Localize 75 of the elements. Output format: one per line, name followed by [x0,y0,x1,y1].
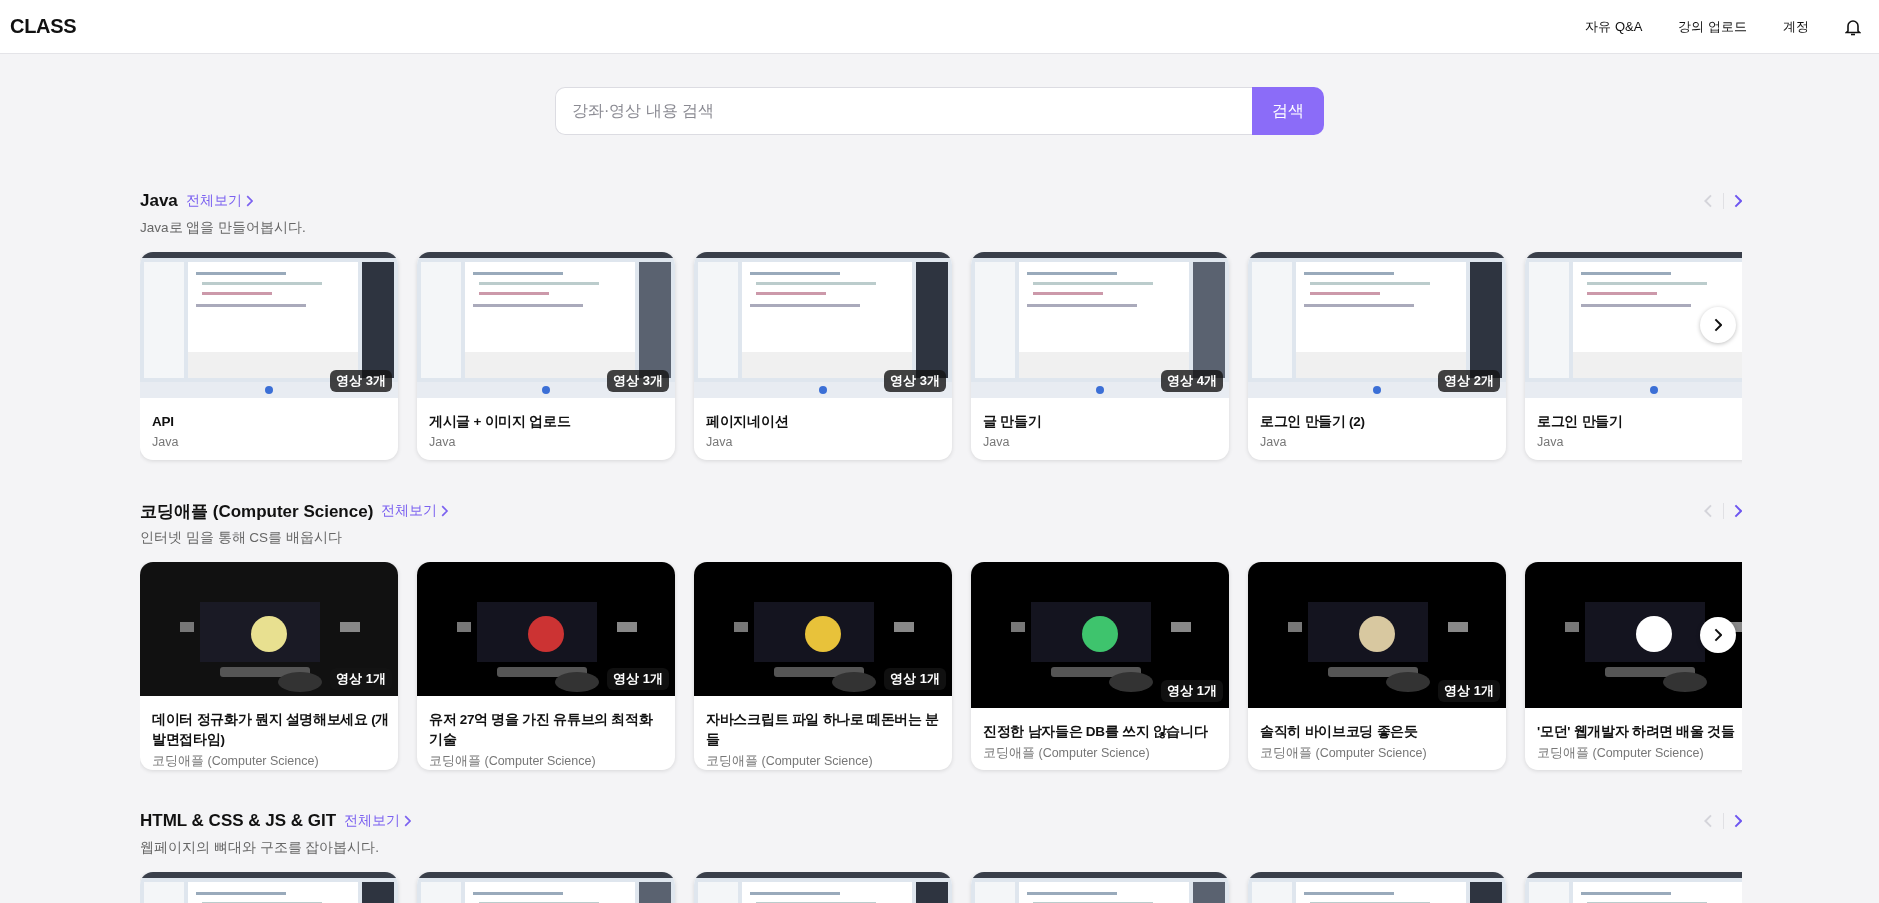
video-count-badge: 영상 1개 [884,668,946,690]
section-description: 인터넷 밈을 통해 CS를 배웁시다 [140,529,343,547]
course-card[interactable]: 영상 3개 게시글 + 이미지 업로드 Java [417,252,675,460]
course-category: 코딩애플 (Computer Science) [1537,745,1705,762]
next-button[interactable] [1733,814,1742,828]
section-title: Java [140,191,178,211]
chevron-right-icon [245,195,253,207]
course-card[interactable]: 영상 1개 유저 27억 명을 가진 유튜브의 최적화 기술 코딩애플 (Computer Science) [417,562,675,770]
video-count-badge: 영상 3개 [884,370,946,392]
course-card[interactable]: 영상 1개 솔직히 바이브코딩 좋은듯 코딩애플 (Computer Science) [1248,562,1506,770]
chevron-left-icon [1704,194,1713,208]
chevron-right-icon [404,815,412,827]
view-all-link[interactable]: 전체보기 [185,192,253,210]
course-title: 유저 27억 명을 가진 유튜브의 최적화 기술 [429,711,654,749]
course-card[interactable]: 영상 1개 데이터 정규화가 뭔지 설명해보세요 (개발면접타임) 코딩애플 (Computer Science) [140,562,398,770]
course-category: Java [152,435,180,449]
video-count-badge: 영상 4개 [1161,370,1223,392]
bell-icon[interactable] [1845,17,1861,36]
course-category: 코딩애플 (Computer Science) [152,753,320,770]
course-title: 로그인 만들기 [1537,413,1624,431]
course-category: Java [1260,435,1288,449]
course-title: 자바스크립트 파일 하나로 떼돈버는 분들 [706,711,940,749]
course-card[interactable]: 영상 1개 진정한 남자들은 DB를 쓰지 않습니다 코딩애플 (Computer Science) [971,562,1229,770]
course-card[interactable]: 영상 2개 로그인 만들기 (2) Java [1248,252,1506,460]
course-title: API [152,413,175,431]
course-title: 페이지네이션 [706,413,790,431]
next-button[interactable] [1733,194,1742,208]
section-title: HTML & CSS & JS & GIT [140,811,337,831]
chevron-right-icon [1733,504,1742,518]
chevron-left-icon [1704,814,1713,828]
video-count-badge: 영상 1개 [1438,680,1500,702]
chevron-right-icon [1733,814,1742,828]
view-all-link[interactable]: 전체보기 [381,502,449,520]
chevron-right-icon [1713,628,1723,642]
course-category: 코딩애플 (Computer Science) [1260,745,1428,762]
course-title: 데이터 정규화가 뭔지 설명해보세요 (개발면접타임) [152,711,391,749]
course-category: Java [983,435,1011,449]
nav-link[interactable]: 계정 [1783,17,1809,36]
logo[interactable]: CLASS [10,15,77,38]
course-category: 코딩애플 (Computer Science) [983,745,1151,762]
course-card[interactable]: 영상 3개 페이지네이션 Java [694,252,952,460]
course-category: 코딩애플 (Computer Science) [429,753,597,770]
video-count-badge: 영상 2개 [1438,370,1500,392]
view-all-link[interactable]: 전체보기 [344,812,412,830]
course-category: Java [1537,435,1565,449]
course-title: 글 만들기 [983,413,1043,431]
course-title: 로그인 만들기 (2) [1260,413,1366,431]
video-count-badge: 영상 3개 [607,370,669,392]
course-card[interactable]: '모던' 웹개발자 하려면 배울 것들 코딩애플 (Computer Science) [1525,562,1742,770]
course-title: 게시글 + 이미지 업로드 [429,413,572,431]
section-description: Java로 앱을 만들어봅시다. [140,219,307,237]
chevron-right-icon [1733,194,1742,208]
chevron-left-icon [1704,504,1713,518]
course-category: Java [706,435,734,449]
video-count-badge: 영상 3개 [330,370,392,392]
course-card[interactable]: 로그인 만들기 Java [1525,252,1742,460]
course-title: 진정한 남자들은 DB를 쓰지 않습니다 [983,723,1209,741]
search-field[interactable]: 강좌·영상 내용 검색 [555,87,1252,135]
course-card[interactable]: 영상 4개 글 만들기 Java [971,252,1229,460]
chevron-right-icon [441,505,449,517]
section-description: 웹페이지의 뼈대와 구조를 잡아봅시다. [140,839,380,857]
nav-link[interactable]: 자유 Q&A [1585,17,1643,36]
section-title: 코딩애플 (Computer Science) [140,500,374,523]
course-card[interactable]: 영상 1개 자바스크립트 파일 하나로 떼돈버는 분들 코딩애플 (Computer Science) [694,562,952,770]
video-count-badge: 영상 1개 [607,668,669,690]
course-title: '모던' 웹개발자 하려면 배울 것들 [1537,723,1736,741]
course-card[interactable]: 영상 3개 API Java [140,252,398,460]
next-button[interactable] [1733,504,1742,518]
course-category: 코딩애플 (Computer Science) [706,753,874,770]
chevron-right-icon [1713,318,1723,332]
search-button[interactable]: 검색 [1252,87,1324,135]
course-category: Java [429,435,457,449]
nav-link[interactable]: 강의 업로드 [1678,17,1747,36]
video-count-badge: 영상 1개 [1161,680,1223,702]
course-title: 솔직히 바이브코딩 좋은듯 [1260,723,1419,741]
